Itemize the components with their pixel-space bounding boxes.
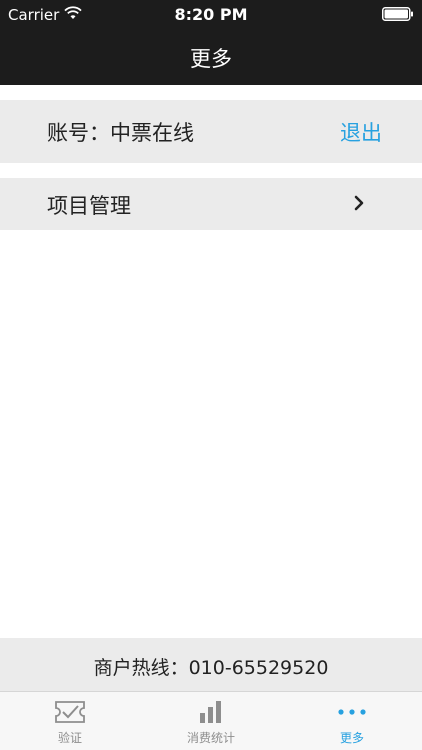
ticket-check-icon (55, 701, 85, 723)
tab-consumption-stats-label: 消费统计 (186, 731, 235, 745)
top-bar: Carrier 8:20 PM 更多 (0, 0, 422, 85)
bar-chart-icon (200, 701, 221, 723)
project-management-row[interactable]: 项目管理 (0, 178, 422, 230)
logout-button[interactable]: 退出 (340, 117, 382, 147)
account-row: 账号：中票在线 退出 (0, 100, 422, 163)
project-management-label: 项目管理 (47, 194, 131, 218)
tab-more-label: 更多 (339, 731, 364, 745)
tab-bar: 验证 消费统计 更多 (0, 691, 422, 750)
tab-consumption-stats[interactable]: 消费统计 (141, 692, 281, 750)
chevron-right-icon (354, 195, 364, 211)
hotline-text: 商户热线：010-65529520 (93, 657, 329, 679)
status-bar: Carrier 8:20 PM (0, 0, 422, 30)
tab-more[interactable]: 更多 (282, 692, 422, 750)
tab-verify-label: 验证 (57, 731, 82, 745)
tab-verify[interactable]: 验证 (0, 692, 140, 750)
status-time: 8:20 PM (174, 5, 248, 24)
battery-icon (382, 7, 413, 21)
more-screen: Carrier 8:20 PM 更多 账号：中票在线 退出 项目管理 商户热线：… (0, 0, 422, 750)
account-label: 账号：中票在线 (47, 121, 194, 145)
page-title: 更多 (190, 47, 232, 71)
hotline-bar: 商户热线：010-65529520 (0, 638, 422, 691)
more-dots-icon (338, 709, 366, 715)
